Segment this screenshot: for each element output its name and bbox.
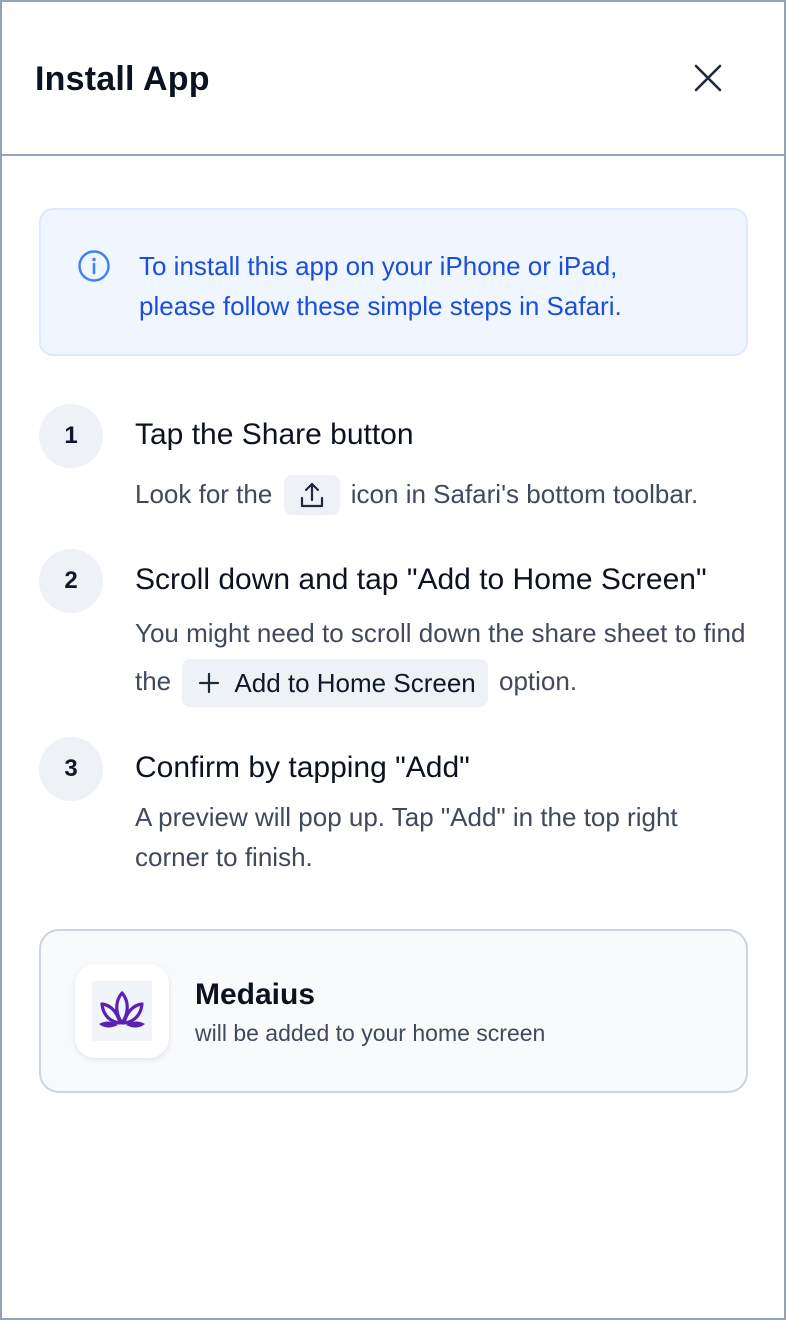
step-title: Tap the Share button: [135, 418, 414, 451]
step-title: Scroll down and tap "Add to Home Screen": [135, 563, 707, 596]
dialog-content: To install this app on your iPhone or iP…: [2, 156, 784, 1093]
close-button[interactable]: [688, 58, 728, 98]
step-number: 3: [39, 737, 103, 801]
info-message: To install this app on your iPhone or iP…: [139, 246, 622, 326]
plus-icon: [199, 672, 220, 694]
info-icon: [78, 250, 110, 282]
dialog-title: Install App: [35, 59, 210, 98]
steps-list: 1 Tap the Share button Look for the icon…: [39, 404, 746, 877]
share-icon: [300, 482, 323, 508]
app-logo: [92, 981, 152, 1041]
step-description: A preview will pop up. Tap "Add" in the …: [135, 802, 678, 872]
info-line-1: To install this app on your iPhone or iP…: [139, 251, 618, 281]
step-number: 2: [39, 549, 103, 613]
chip-label: Add to Home Screen: [234, 668, 476, 698]
step-desc-text: icon in Safari's bottom toolbar.: [350, 479, 699, 509]
step-title: Confirm by tapping "Add": [135, 751, 470, 784]
info-line-2: please follow these simple steps in Safa…: [139, 291, 622, 321]
step-2: 2 Scroll down and tap "Add to Home Scree…: [39, 549, 746, 707]
step-description: You might need to scroll down the share …: [135, 609, 746, 707]
step-desc-text: Look for the: [135, 479, 273, 509]
step-body: Scroll down and tap "Add to Home Screen"…: [135, 549, 746, 707]
step-description: Look for the icon in Safari's bottom too…: [135, 474, 746, 515]
step-body: Confirm by tapping "Add" A preview will …: [135, 737, 746, 877]
app-meta: Medaius will be added to your home scree…: [195, 976, 545, 1047]
info-banner: To install this app on your iPhone or iP…: [39, 208, 748, 356]
app-subtitle: will be added to your home screen: [195, 1019, 546, 1046]
app-preview-card: Medaius will be added to your home scree…: [39, 929, 748, 1093]
share-chip: [283, 475, 340, 515]
app-icon-tile: [75, 964, 169, 1058]
step-body: Tap the Share button Look for the icon i…: [135, 404, 746, 515]
step-1: 1 Tap the Share button Look for the icon…: [39, 404, 746, 515]
add-to-home-screen-chip: Add to Home Screen: [182, 659, 488, 707]
close-icon: [694, 64, 722, 92]
step-desc-text: option.: [498, 666, 578, 696]
step-number: 1: [39, 404, 103, 468]
step-3: 3 Confirm by tapping "Add" A preview wil…: [39, 737, 746, 877]
app-name: Medaius: [195, 977, 316, 1011]
dialog-header: Install App: [2, 2, 784, 156]
lotus-logo-icon: [99, 991, 145, 1028]
install-app-dialog: Install App To install this app on your …: [0, 0, 786, 1320]
